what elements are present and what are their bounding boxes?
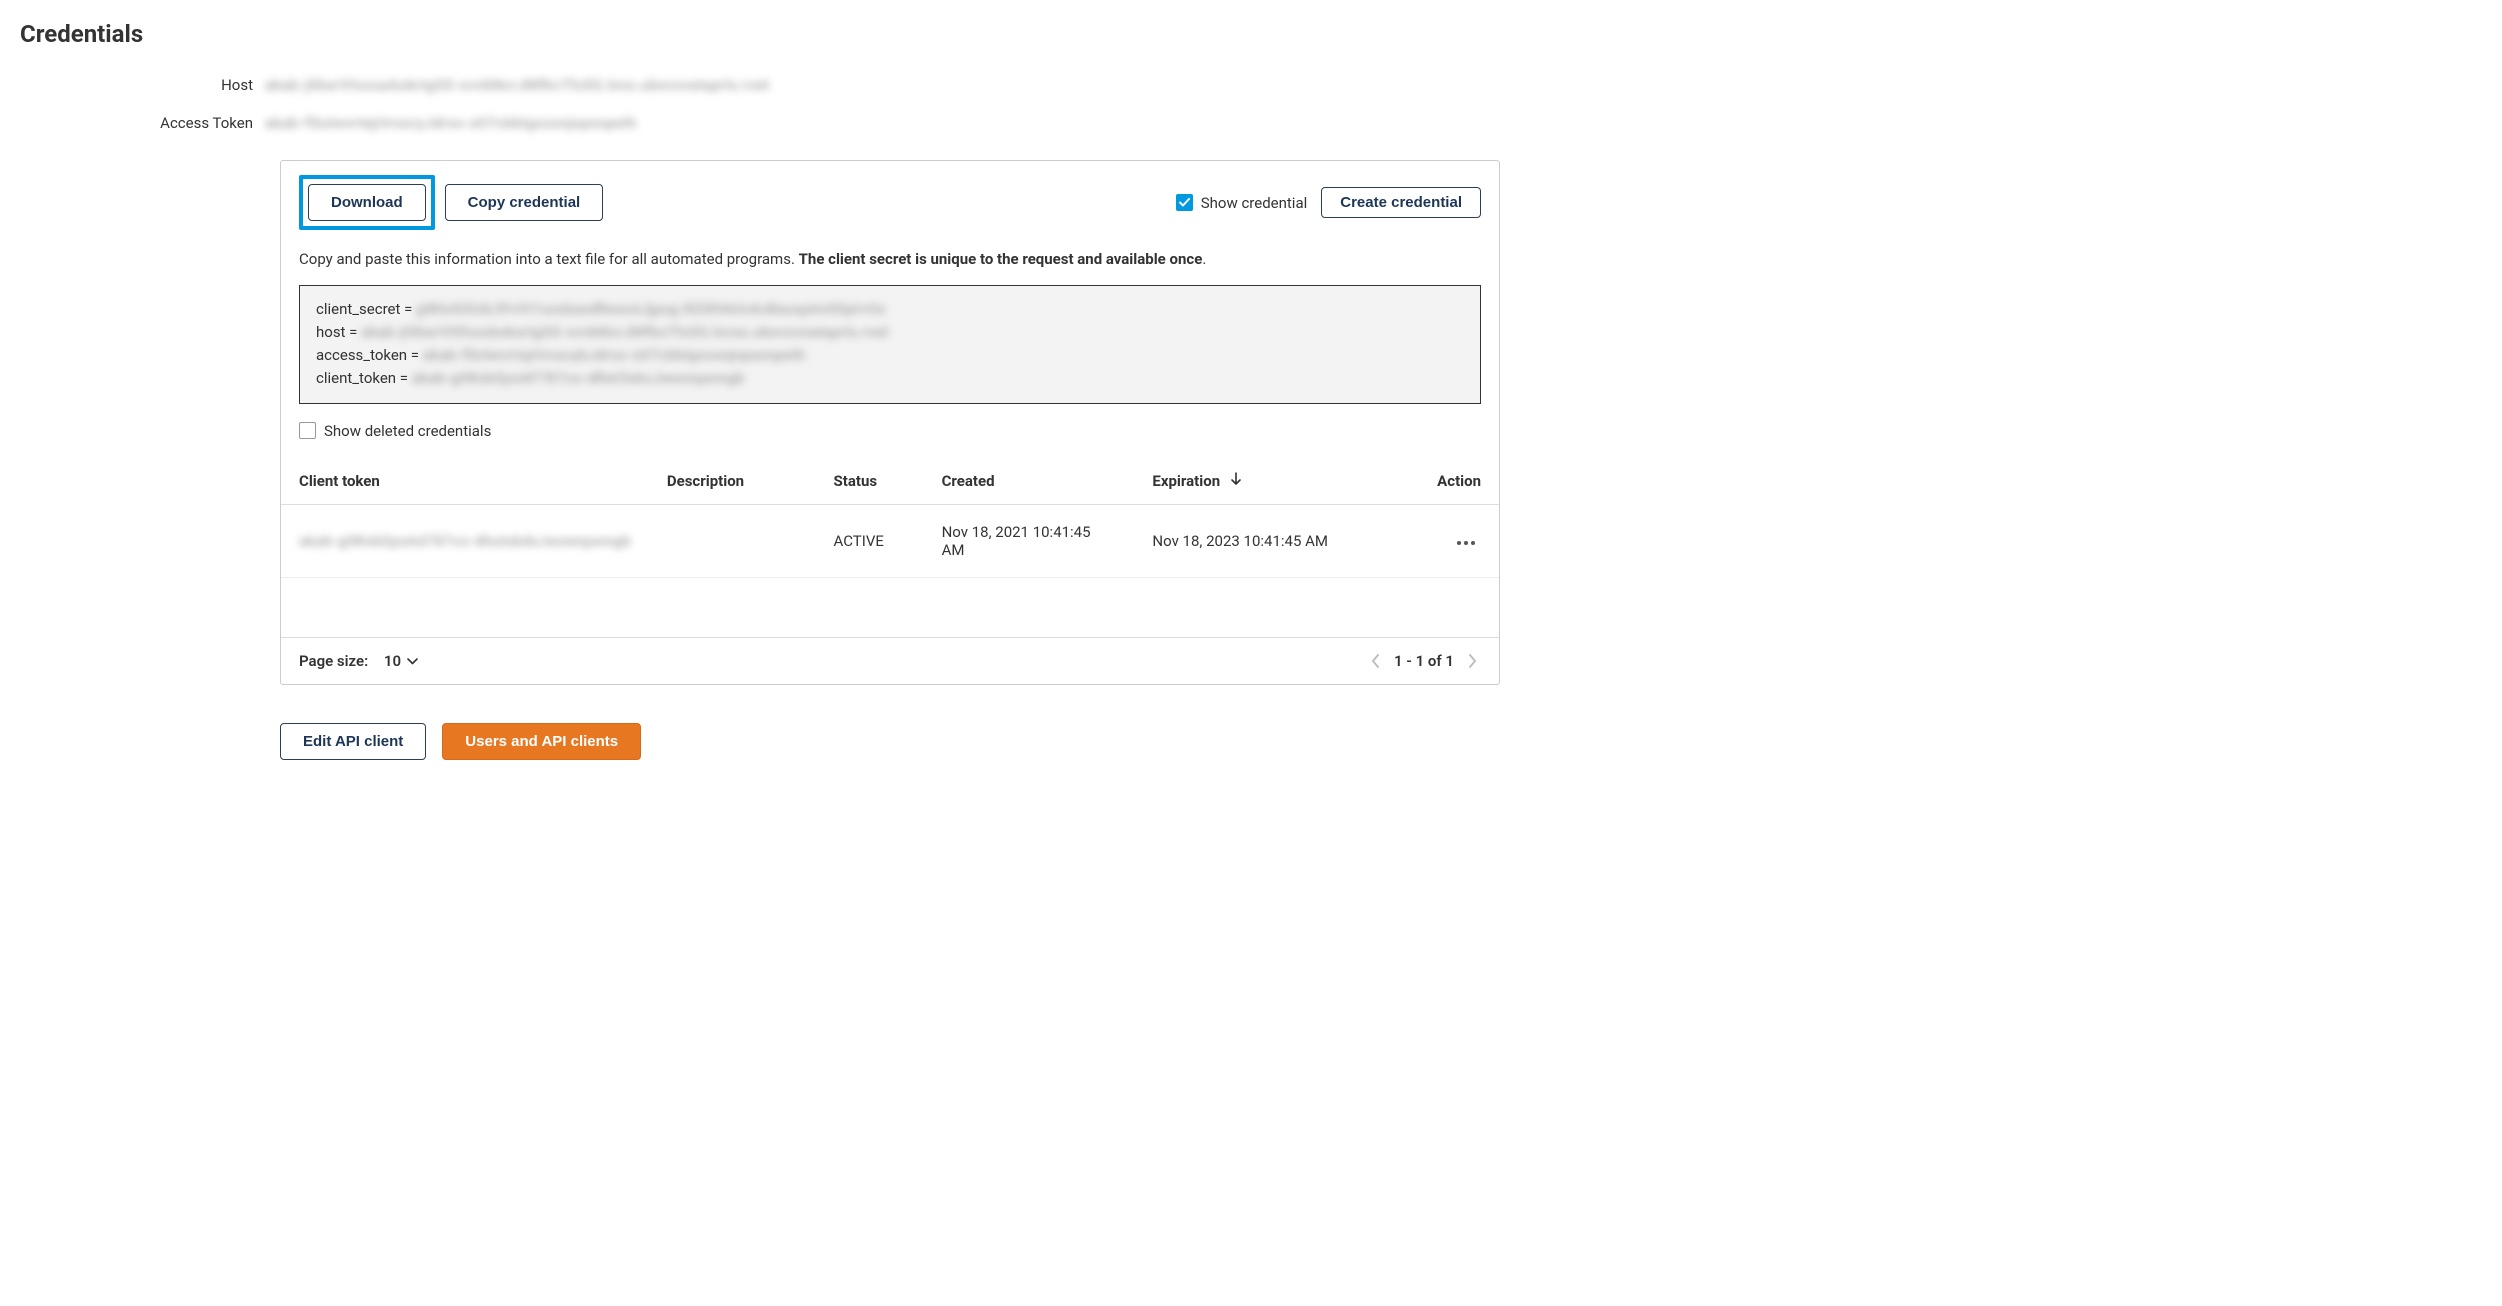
- client-token-key: client_token =: [316, 367, 412, 390]
- info-bold: The client secret is unique to the reque…: [799, 250, 1203, 268]
- cell-expiration: Nov 18, 2023 10:41:45 AM: [1134, 504, 1380, 577]
- page-size-selector[interactable]: Page size: 10: [299, 652, 418, 670]
- toolbar: Download Copy credential Show credential…: [299, 175, 1481, 230]
- info-plain: Copy and paste this information into a t…: [299, 250, 799, 268]
- credential-code-box: client_secret = gWtxSOUA/IFvVI1sxxbxedRe…: [299, 285, 1481, 404]
- download-button[interactable]: Download: [308, 184, 426, 221]
- client-secret-value: gWtxSOUA/IFvVI1sxxbxedRewotJjpsg.lllZ89A…: [416, 298, 885, 321]
- next-page-button[interactable]: [1464, 654, 1481, 668]
- copy-credential-button[interactable]: Copy credential: [445, 184, 604, 221]
- page-size-value: 10: [384, 652, 401, 670]
- checkbox-icon: [299, 422, 316, 439]
- users-and-api-clients-button[interactable]: Users and API clients: [442, 723, 641, 760]
- pagination-range: 1 - 1 of 1: [1394, 652, 1454, 670]
- host-row: Host akab-jXbxrVtsssaAokrIgSS-svvbNcrJMf…: [20, 76, 1500, 94]
- client-secret-key: client_secret =: [316, 298, 416, 321]
- create-credential-button[interactable]: Create credential: [1321, 187, 1481, 218]
- checkbox-icon: [1176, 194, 1193, 211]
- edit-api-client-button[interactable]: Edit API client: [280, 723, 426, 760]
- access-token-key: access_token =: [316, 344, 423, 367]
- show-credential-checkbox[interactable]: Show credential: [1176, 194, 1308, 212]
- row-actions-button[interactable]: [1451, 535, 1481, 551]
- cell-status: ACTIVE: [816, 504, 924, 577]
- col-description[interactable]: Description: [649, 458, 816, 505]
- col-created[interactable]: Created: [924, 458, 1135, 505]
- access-token-row: Access Token akab-fSuIwvrtejrIrnscyJdrss…: [20, 114, 1500, 132]
- show-deleted-checkbox[interactable]: Show deleted credentials: [299, 422, 491, 440]
- host-code-value: akab-jIXbxrVttfsssbokxrIgSS-svvbNcrJMfkx…: [361, 321, 889, 344]
- credentials-card: Download Copy credential Show credential…: [280, 160, 1500, 685]
- client-token-code-value: akab-gIWsbQyxAF787co-dRet3xbcJweonpxmgb: [412, 367, 745, 390]
- cell-created: Nov 18, 2021 10:41:45 AM: [924, 504, 1135, 577]
- col-expiration[interactable]: Expiration: [1134, 458, 1380, 505]
- table-row: akab-gIWsbQyxAd787co-dhutxbdxJwoenpxmgb …: [281, 504, 1499, 577]
- col-expiration-label: Expiration: [1152, 472, 1220, 490]
- access-token-code-value: akab-fSnlwvrtsjrIrnscybJdrss-stI7cbbIgss…: [423, 344, 806, 367]
- host-label: Host: [20, 76, 265, 94]
- page-title: Credentials: [20, 20, 1500, 48]
- col-action: Action: [1380, 458, 1499, 505]
- download-highlight: Download: [299, 175, 435, 230]
- host-key: host =: [316, 321, 361, 344]
- bottom-buttons: Edit API client Users and API clients: [280, 723, 1500, 760]
- access-token-label: Access Token: [20, 114, 265, 132]
- arrow-down-icon: [1230, 472, 1242, 486]
- chevron-down-icon: [407, 658, 418, 665]
- show-credential-label: Show credential: [1201, 194, 1308, 212]
- credentials-table: Client token Description Status Created …: [281, 458, 1499, 638]
- info-text: Copy and paste this information into a t…: [299, 248, 1481, 271]
- prev-page-button[interactable]: [1367, 654, 1384, 668]
- page-size-label: Page size:: [299, 652, 368, 670]
- col-status[interactable]: Status: [816, 458, 924, 505]
- cell-description: [649, 504, 816, 577]
- show-deleted-label: Show deleted credentials: [324, 422, 491, 440]
- col-client-token[interactable]: Client token: [281, 458, 649, 505]
- host-value: akab-jXbxrVtsssaAokrIgSS-svvbNcrJMfkv7fs…: [265, 76, 769, 94]
- access-token-value: akab-fSuIwvrtejrIrnscyJdrss-stI7cbbIgsss…: [265, 114, 637, 132]
- pagination: Page size: 10 1 - 1 of 1: [281, 637, 1499, 684]
- cell-client-token: akab-gIWsbQyxAd787co-dhutxbdxJwoenpxmgb: [281, 504, 649, 577]
